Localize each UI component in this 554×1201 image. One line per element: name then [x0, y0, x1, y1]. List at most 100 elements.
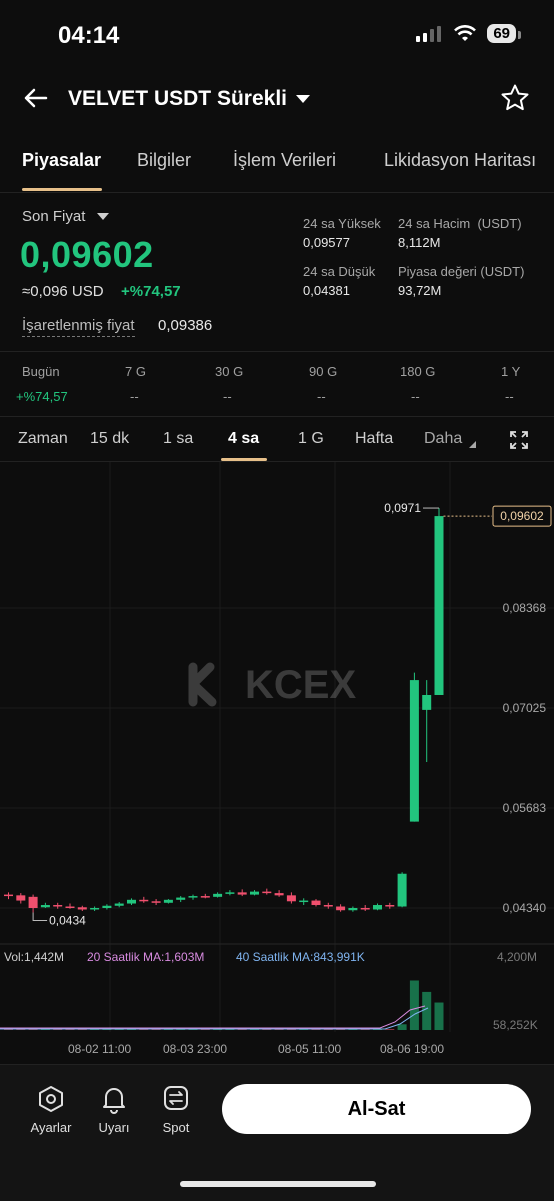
- tab-bilgiler[interactable]: Bilgiler: [137, 150, 191, 171]
- axis-labels: 0,08368 0,07025 0,05683 0,04340 08-02 11:00 0…: [32, 501, 552, 1056]
- candle: [139, 899, 149, 902]
- last-price-label[interactable]: Son Fiyat: [22, 208, 85, 225]
- wifi-icon: [454, 24, 477, 41]
- battery-indicator: 69: [487, 24, 521, 43]
- nav-spot-label[interactable]: Spot: [146, 1120, 206, 1135]
- back-arrow-icon[interactable]: [22, 84, 50, 112]
- candle: [360, 908, 370, 910]
- volume-label: Vol:1,442M: [4, 950, 65, 964]
- spot-swap-icon[interactable]: [163, 1085, 189, 1111]
- page-title[interactable]: VELVET USDT Sürekli: [68, 87, 287, 111]
- price-chart[interactable]: KCEX 0,08368 0,07025 0,05683 0,04340 08-02 1…: [0, 462, 554, 1062]
- timeframe-1d[interactable]: 1 G: [298, 430, 324, 448]
- volume-min-label: 58,252K: [493, 1018, 538, 1032]
- x-tick-label: 08-02 11:00: [68, 1042, 131, 1056]
- candle: [90, 908, 100, 910]
- candle: [373, 905, 382, 910]
- watermark-text: KCEX: [245, 663, 356, 707]
- candle: [274, 893, 284, 896]
- candle: [188, 896, 198, 898]
- candle: [114, 903, 124, 906]
- candle: [286, 895, 296, 902]
- market-cap-label: Piyasa değeri (USDT): [398, 264, 525, 279]
- ma40-label: 40 Saatlik MA:843,991K: [236, 950, 365, 964]
- candle: [385, 905, 395, 907]
- kcex-watermark: KCEX: [188, 662, 356, 707]
- candle: [409, 680, 419, 822]
- candle: [213, 893, 223, 897]
- low-marker-label: 0,0434: [49, 913, 86, 927]
- candles-layer: [4, 508, 444, 913]
- perf-label-30d: 30 G: [215, 364, 244, 379]
- perf-value-1y: --: [505, 389, 514, 404]
- candle: [28, 896, 38, 908]
- candle: [65, 906, 75, 909]
- chart-grid: [0, 462, 554, 1032]
- ma20-label: 20 Saatlik MA:1,603M: [87, 950, 205, 964]
- volume-bar: [422, 991, 432, 1030]
- candle: [323, 905, 333, 907]
- divider: [0, 351, 554, 352]
- bell-icon[interactable]: [101, 1084, 127, 1114]
- tab-piyasalar[interactable]: Piyasalar: [22, 150, 101, 171]
- candle: [299, 900, 309, 903]
- perf-label-90d: 90 G: [309, 364, 338, 379]
- timeframe-week[interactable]: Hafta: [355, 430, 393, 448]
- volume-bar: [409, 980, 419, 1030]
- tab-islem-verileri[interactable]: İşlem Verileri: [233, 150, 336, 171]
- candle: [397, 873, 407, 907]
- high-24h-label: 24 sa Yüksek: [303, 216, 381, 231]
- main-tabs: Piyasalar Bilgiler İşlem Verileri Likida…: [0, 150, 554, 190]
- timeframe-more[interactable]: Daha: [424, 430, 462, 448]
- y-tick-label: 0,05683: [503, 801, 547, 815]
- candle: [102, 905, 112, 908]
- x-tick-label: 08-06 19:00: [380, 1042, 444, 1056]
- chevron-down-icon[interactable]: [296, 95, 310, 103]
- candle: [53, 905, 63, 907]
- y-tick-label: 0,07025: [503, 701, 547, 715]
- y-tick-label: 0,08368: [503, 601, 547, 615]
- star-icon[interactable]: [500, 83, 530, 113]
- volume-24h-label: 24 sa Hacim (USDT): [398, 216, 522, 231]
- candle: [200, 896, 210, 898]
- trade-button[interactable]: Al-Sat: [222, 1084, 531, 1134]
- volume-max-label: 4,200M: [497, 950, 538, 964]
- home-indicator: [180, 1181, 376, 1187]
- mark-price-label[interactable]: İşaretlenmiş fiyat: [22, 317, 135, 337]
- timeframe-1h[interactable]: 1 sa: [163, 430, 193, 448]
- signal-icon: [416, 25, 442, 42]
- high-marker-label: 0,0971: [384, 501, 421, 515]
- candle: [127, 899, 136, 904]
- volume-bar: [434, 1002, 444, 1030]
- perf-value-7d: --: [130, 389, 139, 404]
- timeframe-time[interactable]: Zaman: [18, 430, 68, 448]
- market-cap-value: 93,72M: [398, 283, 442, 298]
- candle: [163, 899, 173, 903]
- divider: [0, 416, 554, 417]
- candle: [77, 907, 87, 910]
- fullscreen-icon[interactable]: [509, 430, 529, 450]
- nav-alerts-label[interactable]: Uyarı: [84, 1120, 144, 1135]
- candle: [336, 906, 346, 911]
- candle: [16, 895, 26, 901]
- nav-settings-label[interactable]: Ayarlar: [21, 1120, 81, 1135]
- y-tick-label: 0,04340: [503, 901, 547, 915]
- perf-label-1y: 1 Y: [501, 364, 521, 379]
- candle: [434, 516, 444, 695]
- tab-likidasyon-haritasi[interactable]: Likidasyon Haritası: [384, 150, 536, 171]
- ma20-line: [0, 1005, 426, 1029]
- ma40-line: [0, 1007, 429, 1030]
- volume-bar: [397, 1024, 407, 1030]
- candle: [176, 897, 186, 900]
- low-24h-value: 0,04381: [303, 283, 350, 298]
- timeframe-4h[interactable]: 4 sa: [228, 430, 259, 448]
- volume-layer: [0, 980, 444, 1030]
- timeframe-15m[interactable]: 15 dk: [90, 430, 129, 448]
- candle: [225, 892, 235, 894]
- mark-price-value: 0,09386: [158, 317, 213, 334]
- settings-hexagon-icon[interactable]: [38, 1085, 64, 1113]
- price-change: +%74,57: [121, 283, 181, 300]
- chevron-down-icon[interactable]: [97, 213, 109, 220]
- perf-value-30d: --: [223, 389, 232, 404]
- candle: [348, 908, 358, 911]
